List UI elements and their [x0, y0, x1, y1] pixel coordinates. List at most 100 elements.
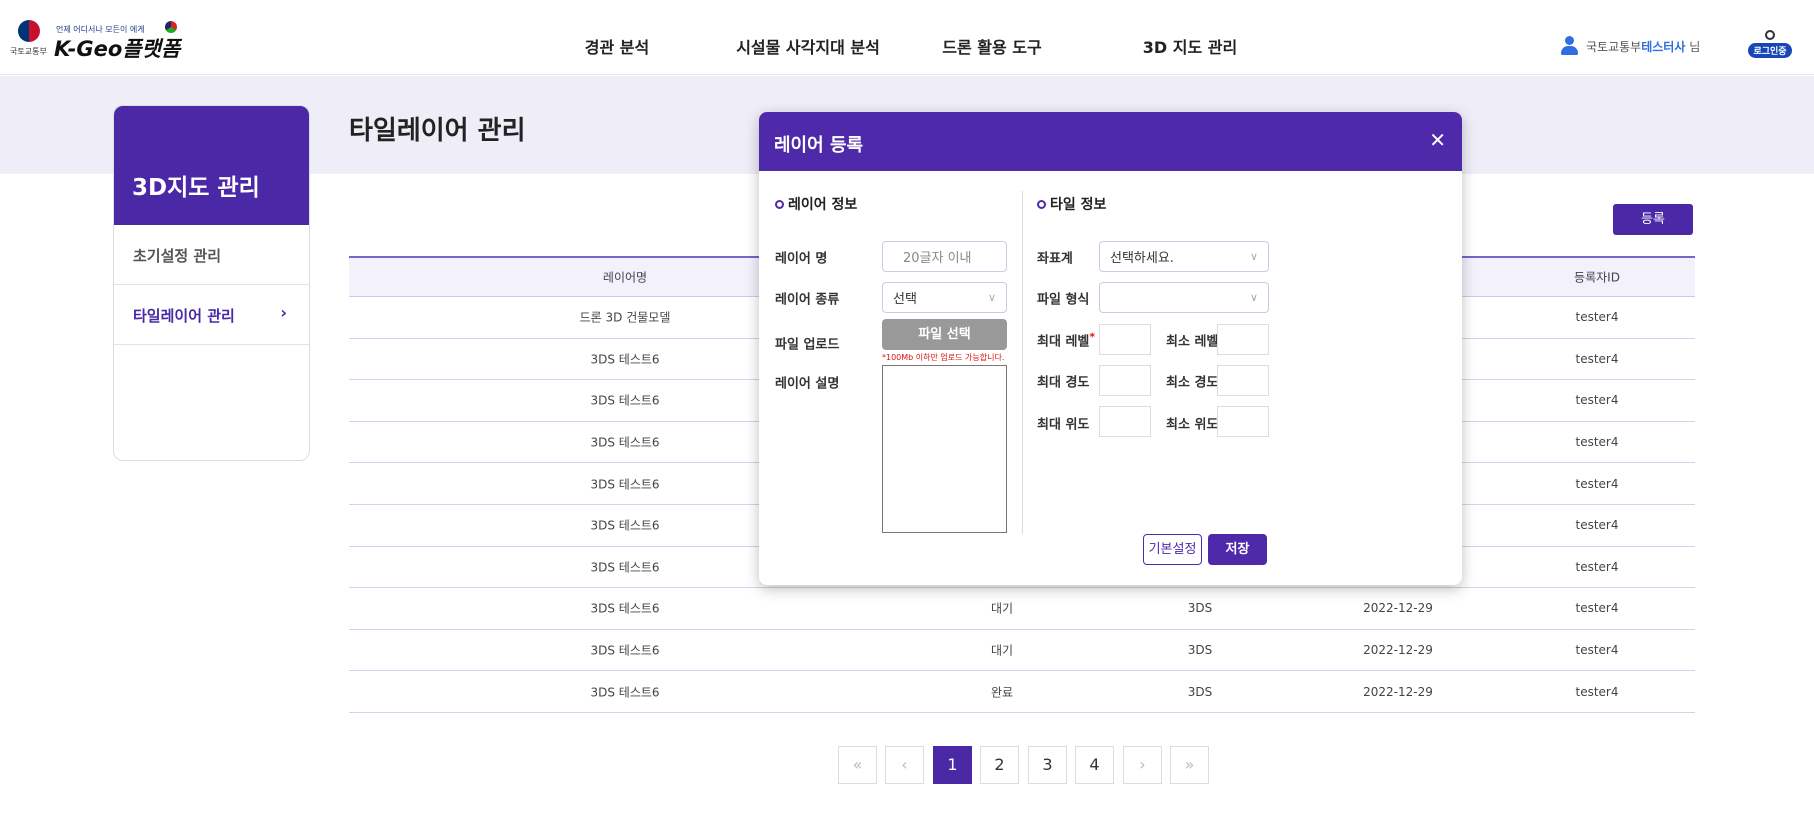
cell-date: 2022-12-29	[1363, 601, 1433, 616]
platform-logo[interactable]: K-Geo플랫폼	[54, 33, 180, 63]
cell-status: 대기	[990, 643, 1014, 658]
cell-id: tester4	[1575, 559, 1619, 574]
prev-page-button[interactable]: ‹	[885, 746, 924, 784]
section-divider	[1022, 191, 1023, 534]
crs-label: 좌표계	[1037, 251, 1073, 267]
user-name: 테스터사	[1641, 40, 1686, 54]
platform-logo-icon	[165, 21, 177, 33]
user-org: 국토교통부	[1586, 40, 1642, 54]
table-row[interactable]: 3DS 테스트6 대기 3DS 2022-12-29 tester4	[349, 588, 1695, 630]
layer-name-input[interactable]: 20글자 이내	[882, 241, 1007, 272]
label-text: 최소 레벨	[1166, 334, 1219, 350]
cell-id: tester4	[1575, 643, 1619, 658]
cell-type: 3DS	[1187, 601, 1213, 616]
cell-status: 대기	[990, 601, 1014, 616]
max-lat-input[interactable]	[1099, 406, 1151, 437]
nav-landscape-analysis[interactable]: 경관 분석	[585, 34, 649, 58]
sidebar-title: 3D지도 관리	[114, 106, 309, 225]
column-header-name: 레이어명	[602, 270, 648, 285]
file-format-label: 파일 형식	[1037, 292, 1090, 308]
cell-id: tester4	[1575, 351, 1619, 366]
min-lat-input[interactable]	[1217, 406, 1269, 437]
layer-register-modal: 레이어 등록 ✕ 레이어 정보 타일 정보 레이어 명 20글자 이내 레이어 …	[759, 112, 1462, 585]
cell-name: 3DS 테스트6	[590, 477, 660, 492]
min-level-label: 최소 레벨*	[1166, 330, 1224, 349]
chevron-down-icon: ∨	[1249, 291, 1258, 304]
cell-name: 3DS 테스트6	[590, 685, 660, 700]
select-value: 선택하세요.	[1110, 251, 1174, 266]
cell-type: 3DS	[1187, 684, 1213, 699]
section-label: 타일 정보	[1050, 197, 1107, 213]
max-lon-input[interactable]	[1099, 365, 1151, 396]
cell-id: tester4	[1575, 310, 1619, 325]
cell-name: 3DS 테스트6	[590, 393, 660, 408]
crs-select[interactable]: 선택하세요. ∨	[1099, 241, 1269, 272]
sidebar: 3D지도 관리 초기설정 관리 타일레이어 관리 ›	[113, 105, 310, 461]
page-1-button[interactable]: 1	[933, 746, 972, 784]
modal-header: 레이어 등록 ✕	[759, 112, 1462, 171]
layer-type-select[interactable]: 선택 ∨	[882, 282, 1007, 313]
next-page-button[interactable]: ›	[1123, 746, 1162, 784]
table-row[interactable]: 3DS 테스트6 완료 3DS 2022-12-29 tester4	[349, 671, 1695, 713]
cell-name: 3DS 테스트6	[590, 643, 660, 658]
label-text: 최대 레벨	[1037, 334, 1090, 350]
nav-drone-tools[interactable]: 드론 활용 도구	[942, 34, 1041, 58]
nav-3d-map-management[interactable]: 3D 지도 관리	[1143, 34, 1237, 58]
sidebar-item-label: 초기설정 관리	[133, 247, 222, 265]
layer-name-label: 레이어 명	[775, 251, 828, 267]
cell-id: tester4	[1575, 684, 1619, 699]
nav-blind-spot-analysis[interactable]: 시설물 사각지대 분석	[736, 34, 880, 58]
cell-name: 3DS 테스트6	[590, 601, 660, 616]
user-suffix: 님	[1685, 40, 1701, 54]
cell-id: tester4	[1575, 393, 1619, 408]
max-level-input[interactable]	[1099, 324, 1151, 355]
max-level-label: 최대 레벨*	[1037, 330, 1095, 349]
last-page-button[interactable]: »	[1170, 746, 1209, 784]
cell-id: tester4	[1575, 476, 1619, 491]
first-page-button[interactable]: «	[838, 746, 877, 784]
default-settings-button[interactable]: 기본설정	[1143, 534, 1202, 565]
select-value: 선택	[893, 292, 917, 307]
circle-bullet-icon	[775, 200, 784, 209]
cell-name: 3DS 테스트6	[590, 560, 660, 575]
file-select-button[interactable]: 파일 선택	[882, 319, 1007, 350]
chevron-down-icon: ∨	[1249, 250, 1258, 263]
close-icon[interactable]: ✕	[1429, 128, 1446, 152]
layer-desc-label: 레이어 설명	[775, 376, 840, 392]
sidebar-item-initial-settings[interactable]: 초기설정 관리	[114, 225, 309, 285]
column-header-id: 등록자ID	[1574, 270, 1620, 285]
cell-date: 2022-12-29	[1363, 643, 1433, 658]
cell-id: tester4	[1575, 518, 1619, 533]
max-lon-label: 최대 경도	[1037, 375, 1090, 391]
layer-desc-textarea[interactable]	[882, 365, 1007, 533]
sidebar-item-label: 타일레이어 관리	[133, 307, 235, 325]
cell-type: 3DS	[1187, 643, 1213, 658]
layer-info-section-title: 레이어 정보	[775, 194, 857, 214]
file-format-select[interactable]: ∨	[1099, 282, 1269, 313]
layer-type-label: 레이어 종류	[775, 292, 840, 308]
register-button[interactable]: 등록	[1613, 204, 1693, 235]
required-mark: *	[1089, 330, 1096, 344]
chevron-down-icon: ∨	[987, 291, 996, 304]
login-badge: 로그인중	[1748, 43, 1792, 58]
chevron-right-icon: ›	[280, 303, 287, 322]
cell-name: 3DS 테스트6	[590, 435, 660, 450]
page-3-button[interactable]: 3	[1028, 746, 1067, 784]
person-icon	[1765, 30, 1775, 40]
min-level-input[interactable]	[1217, 324, 1269, 355]
cell-id: tester4	[1575, 601, 1619, 616]
user-icon	[1561, 36, 1578, 56]
ministry-name: 국토교통부	[10, 47, 47, 56]
cell-name: 드론 3D 건물모델	[579, 310, 671, 325]
max-lat-label: 최대 위도	[1037, 417, 1090, 433]
page-2-button[interactable]: 2	[980, 746, 1019, 784]
page-4-button[interactable]: 4	[1075, 746, 1114, 784]
file-size-note: *100Mb 이하만 업로드 가능합니다.	[882, 353, 1005, 362]
sidebar-item-tile-layer[interactable]: 타일레이어 관리 ›	[114, 285, 309, 345]
login-status-button[interactable]: 로그인중	[1748, 30, 1792, 58]
table-row[interactable]: 3DS 테스트6 대기 3DS 2022-12-29 tester4	[349, 630, 1695, 672]
tile-info-section-title: 타일 정보	[1037, 194, 1106, 214]
min-lon-input[interactable]	[1217, 365, 1269, 396]
cell-name: 3DS 테스트6	[590, 352, 660, 367]
save-button[interactable]: 저장	[1208, 534, 1267, 565]
